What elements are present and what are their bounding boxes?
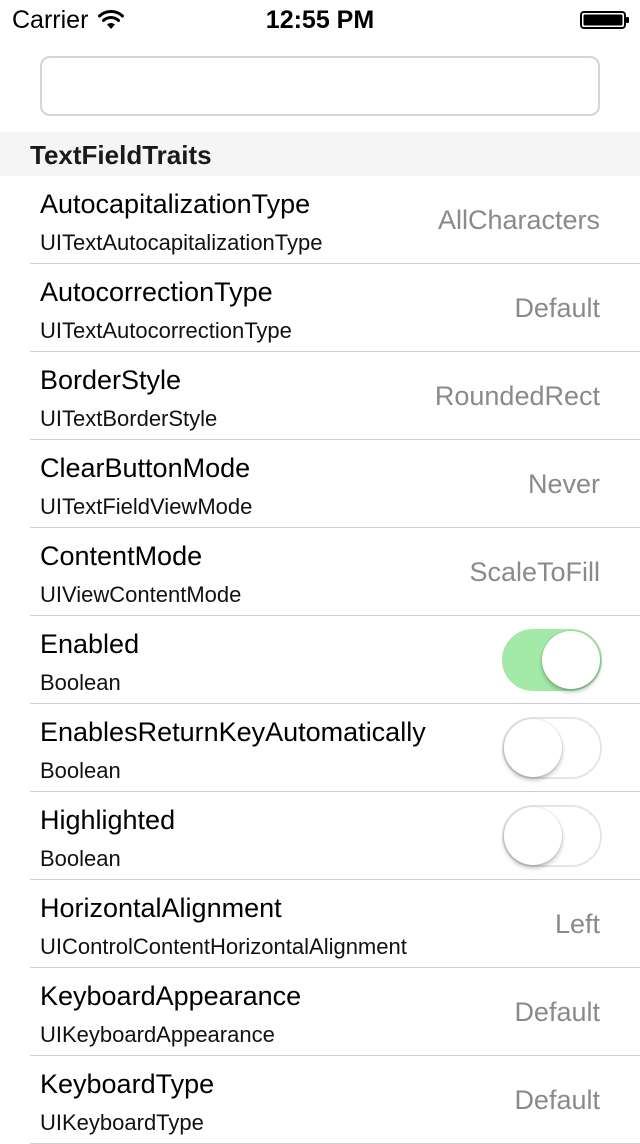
row-title: BorderStyle (40, 365, 182, 395)
list-row[interactable]: KeyboardAppearance UIKeyboardAppearance De… (0, 968, 640, 1056)
row-title: Highlighted (40, 805, 176, 835)
list-row[interactable]: AutocorrectionType UITextAutocorrectionTy… (0, 264, 640, 352)
row-value: Default (514, 293, 600, 323)
list-row[interactable]: Highlighted Boolean (0, 792, 640, 880)
list-row[interactable]: KeyboardType UIKeyboardType Default (0, 1056, 640, 1144)
row-value: Never (527, 469, 600, 499)
row-subtitle: Boolean (40, 670, 121, 695)
section-header: TextFieldTraits (0, 132, 640, 176)
toggle-switch[interactable] (502, 629, 602, 691)
row-title: KeyboardAppearance (40, 981, 302, 1011)
row-value: Default (514, 997, 600, 1027)
row-subtitle: UIViewContentMode (40, 582, 242, 607)
battery-icon (580, 11, 629, 29)
row-value: ScaleToFill (469, 557, 600, 587)
row-subtitle: Boolean (40, 758, 121, 783)
list-row[interactable]: BorderStyle UITextBorderStyle RoundedRect (0, 352, 640, 440)
list-row[interactable]: EnablesReturnKeyAutomatically Boolean (0, 704, 640, 792)
row-value: Left (554, 909, 600, 939)
row-subtitle: UIControlContentHorizontalAlignment (40, 934, 407, 959)
row-title: AutocorrectionType (40, 277, 273, 307)
search-input[interactable] (40, 56, 600, 116)
row-title: ContentMode (40, 541, 203, 571)
row-subtitle: UIKeyboardType (40, 1110, 204, 1135)
status-bar: Carrier 12:55 PM (0, 0, 640, 40)
row-title: ClearButtonMode (40, 453, 251, 483)
status-time: 12:55 PM (265, 6, 375, 34)
toggle-switch[interactable] (502, 805, 602, 867)
list-row[interactable]: AutocapitalizationType UITextAutocapitali… (0, 176, 640, 264)
row-subtitle: UITextAutocorrectionType (40, 318, 292, 343)
list-row[interactable]: ContentMode UIViewContentMode ScaleToFill (0, 528, 640, 616)
row-title: AutocapitalizationType (40, 189, 311, 219)
row-value: AllCharacters (437, 205, 600, 235)
row-title: KeyboardType (40, 1069, 215, 1099)
row-subtitle: UIKeyboardAppearance (40, 1022, 275, 1047)
row-title: Enabled (40, 629, 140, 659)
toggle-knob (504, 807, 562, 865)
list-row[interactable]: HorizontalAlignment UIControlContentHoriz… (0, 880, 640, 968)
row-subtitle: UITextAutocapitalizationType (40, 230, 323, 255)
row-title: EnablesReturnKeyAutomatically (40, 717, 426, 747)
row-value: RoundedRect (434, 381, 600, 411)
search-field-container (40, 56, 600, 116)
row-subtitle: UITextBorderStyle (40, 406, 218, 431)
row-value: Default (514, 1085, 600, 1115)
row-title: HorizontalAlignment (40, 893, 282, 923)
list-row[interactable]: Enabled Boolean (0, 616, 640, 704)
list-row[interactable]: ClearButtonMode UITextFieldViewMode Never (0, 440, 640, 528)
section-title: TextFieldTraits (30, 140, 212, 170)
toggle-knob (504, 719, 562, 777)
traits-list: AutocapitalizationType UITextAutocapitali… (0, 176, 640, 1144)
toggle-knob (542, 631, 600, 689)
row-subtitle: Boolean (40, 846, 121, 871)
row-subtitle: UITextFieldViewMode (40, 494, 253, 519)
toggle-switch[interactable] (502, 717, 602, 779)
